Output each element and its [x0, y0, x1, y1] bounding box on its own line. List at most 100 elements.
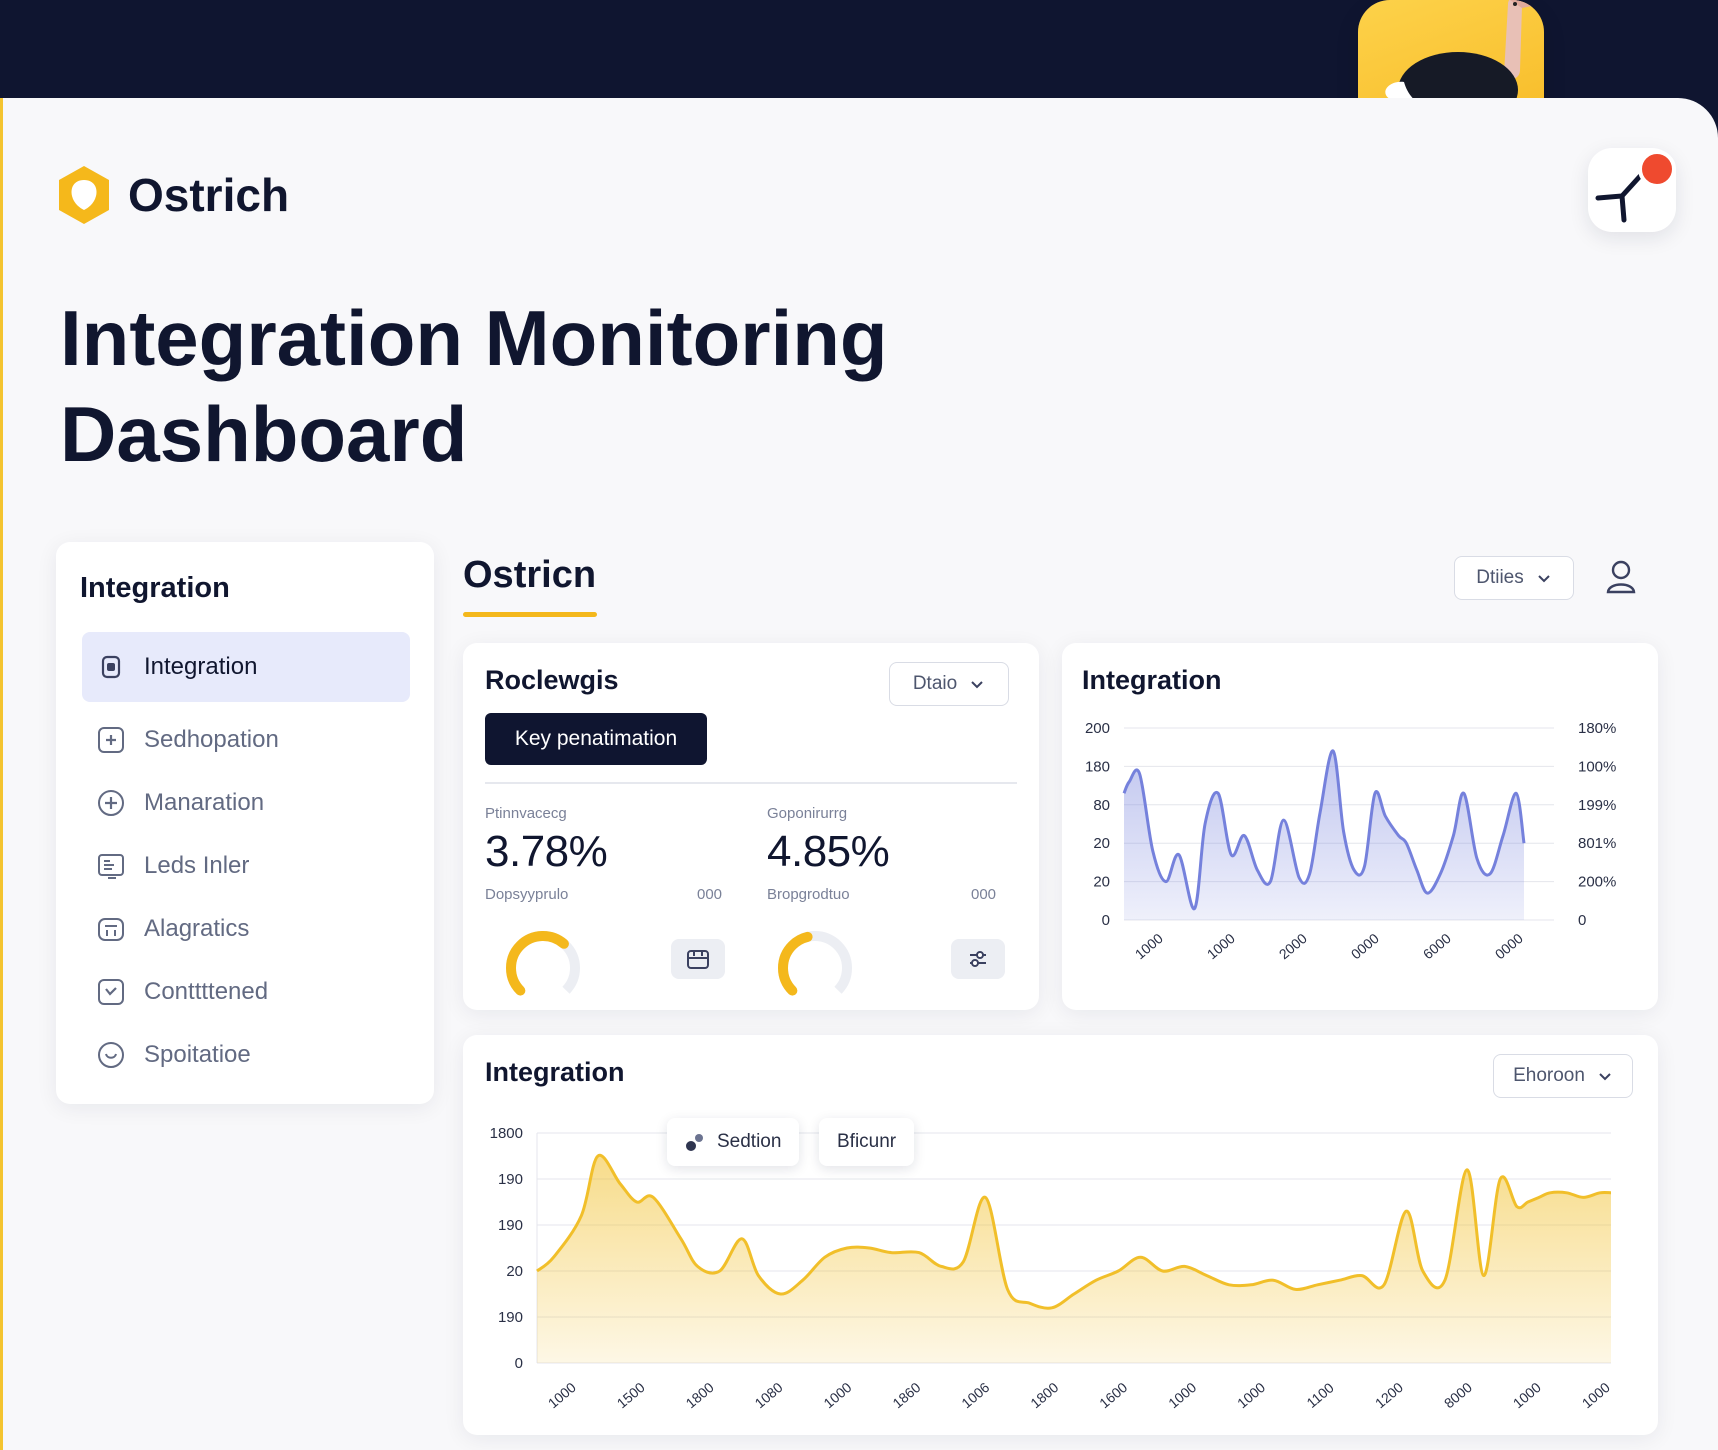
- sidebar-item-label: Conttttened: [144, 978, 269, 1005]
- sidebar-item-label: Alagratics: [144, 915, 250, 942]
- y-tick-label: 20: [1093, 835, 1110, 852]
- metric-sublabel: Bropgrodtuo: [767, 886, 850, 903]
- y2-tick-label: 200%: [1578, 874, 1616, 891]
- sidebar-item-sedhopation[interactable]: Sedhopation: [82, 705, 410, 775]
- x-tick-label: 1800: [1027, 1379, 1061, 1411]
- sidebar-item-conttttened[interactable]: Conttttened: [82, 957, 410, 1027]
- metrics-period-select[interactable]: Dtaio: [889, 662, 1009, 706]
- y2-tick-label: 180%: [1578, 720, 1616, 737]
- x-tick-label: 1000: [820, 1379, 854, 1411]
- calendar-button[interactable]: [671, 939, 725, 979]
- report-icon: [98, 854, 124, 879]
- metric-side-value: 000: [697, 886, 723, 903]
- calendar-icon: [687, 950, 709, 969]
- y-tick-label: 190: [498, 1309, 523, 1326]
- check-square-icon: [98, 979, 124, 1005]
- sidebar-item-label: Leds Inler: [144, 852, 250, 879]
- chevron-down-icon: [971, 681, 983, 689]
- x-tick-label: 1000: [545, 1379, 579, 1411]
- y-tick-label: 190: [498, 1171, 523, 1188]
- x-tick-label: 1000: [1510, 1379, 1544, 1411]
- x-tick-label: 0000: [1348, 930, 1382, 962]
- y2-tick-label: 199%: [1578, 797, 1616, 814]
- sidebar-item-integration[interactable]: Integration: [82, 632, 410, 702]
- x-tick-label: 1600: [1096, 1379, 1130, 1411]
- sidebar-item-leds-inler[interactable]: Leds Inler: [82, 831, 410, 901]
- filter-select[interactable]: Dtiies: [1454, 556, 1574, 600]
- y-tick-label: 0: [1102, 912, 1110, 929]
- legend-label: Bficunr: [837, 1131, 897, 1152]
- y-tick-label: 1800: [490, 1125, 523, 1142]
- x-tick-label: 1080: [752, 1379, 786, 1411]
- x-tick-label: 1200: [1372, 1379, 1406, 1411]
- brand-name: Ostrich: [128, 169, 290, 221]
- sidebar-item-spoitatioe[interactable]: Spoitatioe: [82, 1020, 410, 1090]
- y-tick-label: 190: [498, 1217, 523, 1234]
- y2-tick-label: 801%: [1578, 835, 1616, 852]
- legend-item-sedtion[interactable]: Sedtion: [667, 1118, 800, 1166]
- plus-circle-icon: [98, 790, 124, 816]
- metric-value: 3.78%: [485, 827, 608, 876]
- metric-label: Goponirurrg: [767, 805, 848, 822]
- sidebar-item-label: Manaration: [144, 789, 265, 816]
- doc-icon: [101, 655, 121, 679]
- x-tick-label: 1006: [958, 1379, 992, 1411]
- box-icon: [98, 918, 124, 941]
- content-title-underline: [463, 612, 597, 617]
- plus-square-icon: [98, 727, 124, 753]
- x-tick-label: 1100: [1303, 1379, 1337, 1411]
- notification-badge: [1638, 150, 1676, 188]
- sidebar-item-label: Spoitatioe: [144, 1041, 251, 1068]
- x-tick-label: 8000: [1441, 1379, 1475, 1411]
- sidebar-item-label: Integration: [144, 653, 258, 680]
- x-tick-label: 1000: [1204, 930, 1238, 962]
- brand-logo-icon: [59, 166, 109, 224]
- x-tick-label: 1860: [889, 1379, 923, 1411]
- x-tick-label: 1800: [683, 1379, 717, 1411]
- metric-side-value: 000: [971, 886, 997, 903]
- filter-select-value: Dtiies: [1476, 567, 1524, 588]
- sliders-button[interactable]: [951, 939, 1005, 979]
- smile-circle-icon: [98, 1042, 124, 1068]
- area-fill: [1124, 750, 1524, 920]
- y-tick-label: 0: [515, 1355, 523, 1372]
- metrics-card: Roclewgis Dtaio Key penatimation Ptinnva…: [463, 643, 1039, 1010]
- x-tick-label: 1500: [614, 1379, 648, 1411]
- sidebar-item-alagratics[interactable]: Alagratics: [82, 894, 410, 964]
- metric-value: 4.85%: [767, 827, 890, 876]
- x-tick-label: 0000: [1492, 930, 1526, 962]
- sidebar-item-manaration[interactable]: Manaration: [82, 768, 410, 838]
- y-tick-label: 200: [1085, 720, 1110, 737]
- dots-icon: [686, 1134, 703, 1151]
- y2-tick-label: 0: [1578, 912, 1586, 929]
- y-tick-label: 20: [1093, 874, 1110, 891]
- x-tick-label: 1000: [1579, 1379, 1613, 1411]
- bottom-chart: 1800 190 190 20 190 0 1000 1500 1800 1080 1000 1860…: [490, 1125, 1613, 1411]
- sliders-icon: [970, 951, 986, 967]
- y-tick-label: 20: [506, 1263, 523, 1280]
- brand[interactable]: Ostrich: [56, 164, 289, 226]
- user-icon[interactable]: [1604, 558, 1638, 596]
- metric-label: Ptinnvacecg: [485, 805, 567, 822]
- gauge-1: [506, 931, 580, 1005]
- x-tick-label: 1000: [1234, 1379, 1268, 1411]
- page-title-line2: Dashboard: [60, 390, 468, 478]
- metrics-period-value: Dtaio: [912, 673, 958, 694]
- integration-chart-card: Integration 200 180% 180 100% 80 199% 20 801% 20…: [1062, 643, 1658, 1010]
- integration-chart: 200 180% 180 100% 80 199% 20 801% 20 200% 0 0 1000 10…: [1085, 720, 1616, 962]
- x-tick-label: 6000: [1420, 930, 1454, 962]
- notification-button[interactable]: [1588, 148, 1676, 232]
- x-tick-label: 1000: [1165, 1379, 1199, 1411]
- x-tick-label: 1000: [1132, 930, 1166, 962]
- content-title: Ostricn: [463, 554, 597, 596]
- x-tick-label: 2000: [1276, 930, 1310, 962]
- metric-sublabel: Dopsyyprulo: [485, 886, 569, 903]
- key-penetration-button[interactable]: Key penatimation: [485, 713, 707, 765]
- gauge-2: [778, 931, 852, 1005]
- divider: [485, 782, 1017, 784]
- legend-item-bficunr[interactable]: Bficunr: [819, 1118, 915, 1166]
- sidebar-item-label: Sedhopation: [144, 726, 279, 753]
- bottom-chart-card: Integration Ehoroon 1800 190 190 20 190 0 1000…: [463, 1035, 1658, 1435]
- y-tick-label: 80: [1093, 797, 1110, 814]
- page-title-line1: Integration Monitoring: [60, 294, 888, 382]
